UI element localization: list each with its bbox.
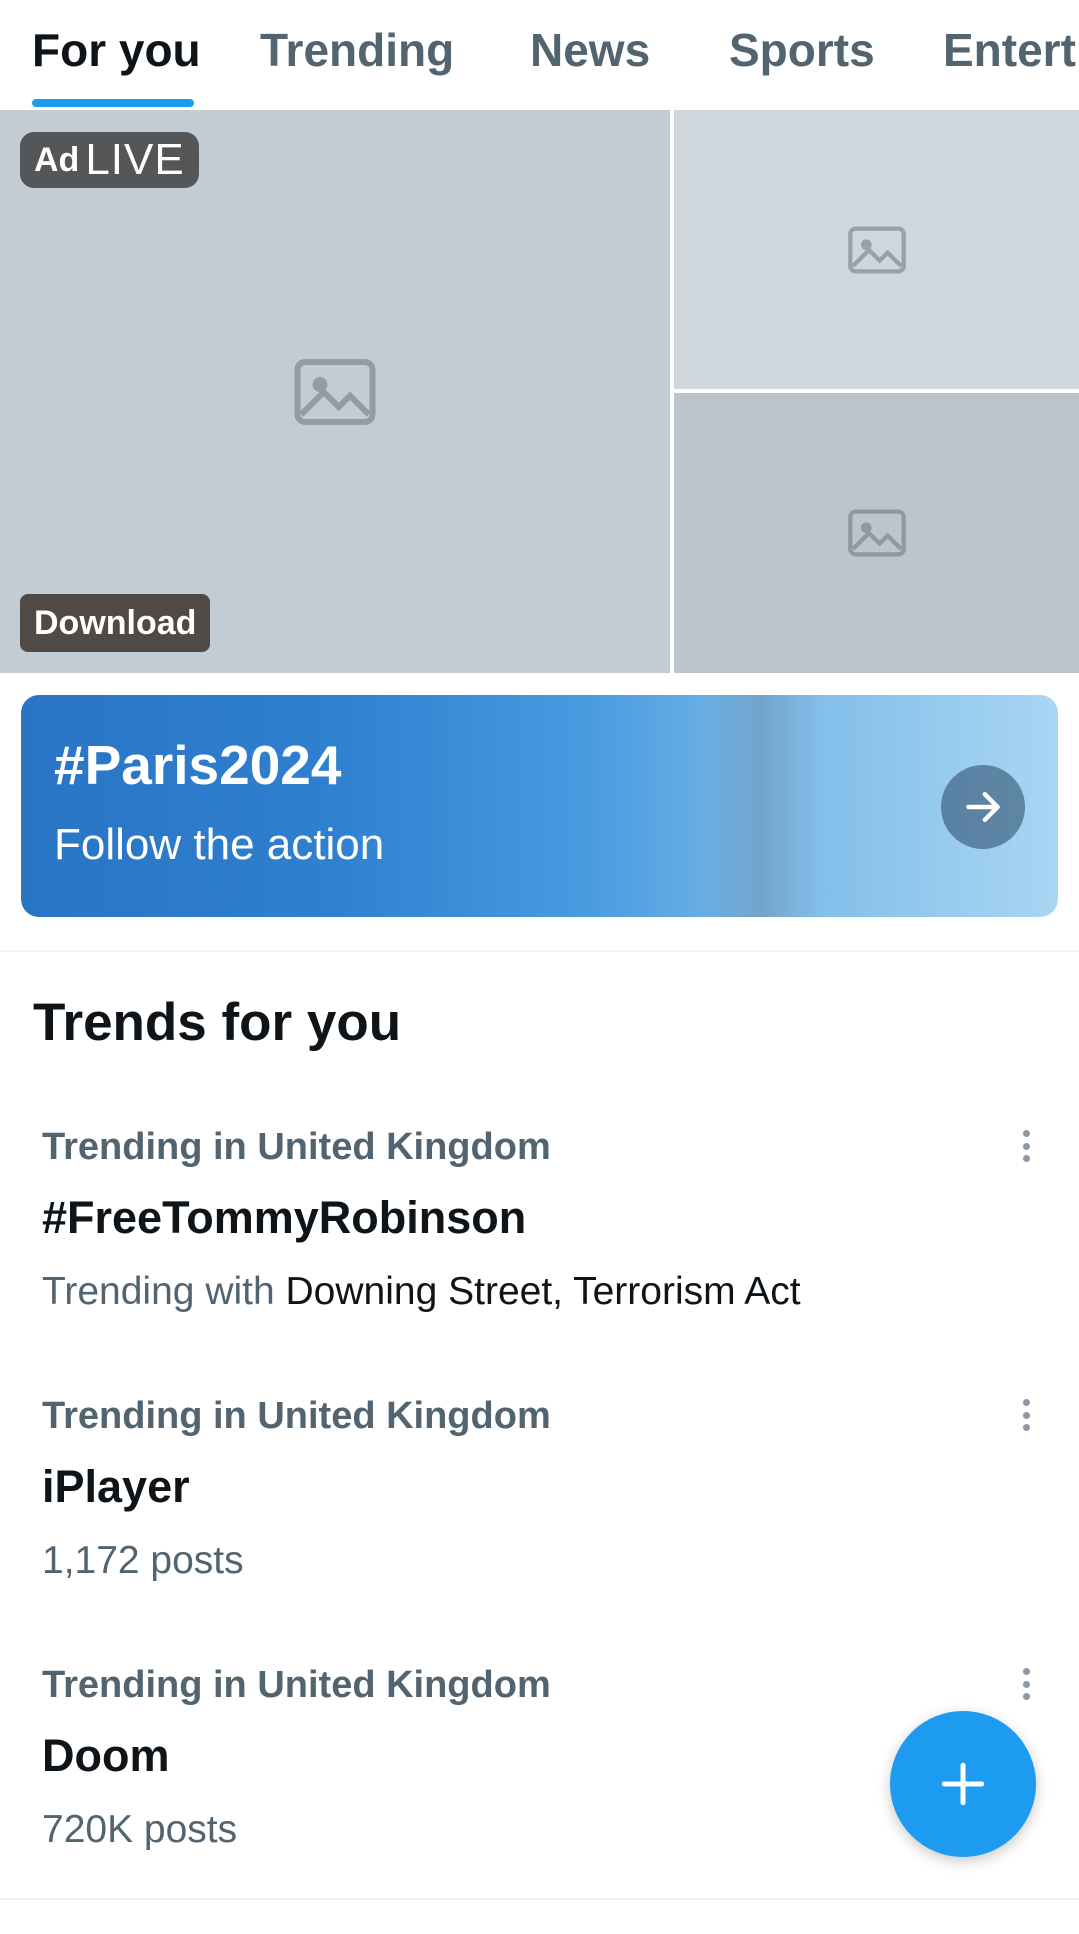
trend-meta-prefix: Trending with xyxy=(42,1270,286,1313)
image-placeholder-icon xyxy=(847,226,906,273)
more-options-icon[interactable] xyxy=(1010,1395,1042,1435)
ad-media-placeholder-top-right xyxy=(674,110,1079,389)
ad-media-block[interactable]: Ad LIVE Download xyxy=(0,110,1079,673)
trend-name: #FreeTommyRobinson xyxy=(42,1192,527,1243)
ad-media-placeholder-main xyxy=(0,110,670,673)
trend-item[interactable]: Trending in United Kingdom iPlayer 1,172… xyxy=(0,1395,1079,1663)
section-divider xyxy=(0,1898,1079,1900)
tab-entertainment[interactable]: Entert xyxy=(943,22,1076,82)
section-divider xyxy=(0,950,1079,952)
plus-icon xyxy=(941,1762,985,1806)
ad-live-badge: Ad LIVE xyxy=(20,132,199,188)
banner-subtitle: Follow the action xyxy=(54,820,385,869)
banner-title: #Paris2024 xyxy=(54,734,342,796)
live-label: LIVE xyxy=(85,135,185,184)
tab-trending[interactable]: Trending xyxy=(260,22,454,82)
trend-item[interactable]: Trending in United Kingdom #FreeTommyRob… xyxy=(0,1126,1079,1394)
trends-section-title: Trends for you xyxy=(33,993,402,1052)
trend-post-count: 1,172 posts xyxy=(42,1539,244,1582)
explore-tab-bar: For you Trending News Sports Entert xyxy=(0,0,1079,110)
ad-download-button[interactable]: Download xyxy=(20,594,211,652)
trend-name: Doom xyxy=(42,1730,170,1781)
trend-context: Trending in United Kingdom xyxy=(42,1664,551,1706)
image-placeholder-icon xyxy=(294,358,376,425)
paris2024-event-banner[interactable]: #Paris2024 Follow the action xyxy=(21,695,1058,917)
trend-meta: Trending with Downing Street, Terrorism … xyxy=(42,1270,801,1314)
ad-label: Ad xyxy=(34,140,80,179)
image-placeholder-icon xyxy=(847,509,906,557)
arrow-right-icon[interactable] xyxy=(941,765,1025,849)
trend-context: Trending in United Kingdom xyxy=(42,1395,551,1437)
trend-related-topics: Downing Street, Terrorism Act xyxy=(285,1270,801,1313)
trend-context: Trending in United Kingdom xyxy=(42,1126,551,1168)
ad-media-placeholder-bottom-right xyxy=(674,393,1079,673)
tab-sports[interactable]: Sports xyxy=(729,22,875,82)
compose-post-button[interactable] xyxy=(890,1711,1036,1857)
trend-post-count: 720K posts xyxy=(42,1808,238,1851)
trend-name: iPlayer xyxy=(42,1461,190,1512)
active-tab-indicator xyxy=(32,99,194,107)
tab-for-you[interactable]: For you xyxy=(32,22,201,82)
more-options-icon[interactable] xyxy=(1010,1126,1042,1166)
tab-news[interactable]: News xyxy=(530,22,650,82)
more-options-icon[interactable] xyxy=(1010,1664,1042,1704)
